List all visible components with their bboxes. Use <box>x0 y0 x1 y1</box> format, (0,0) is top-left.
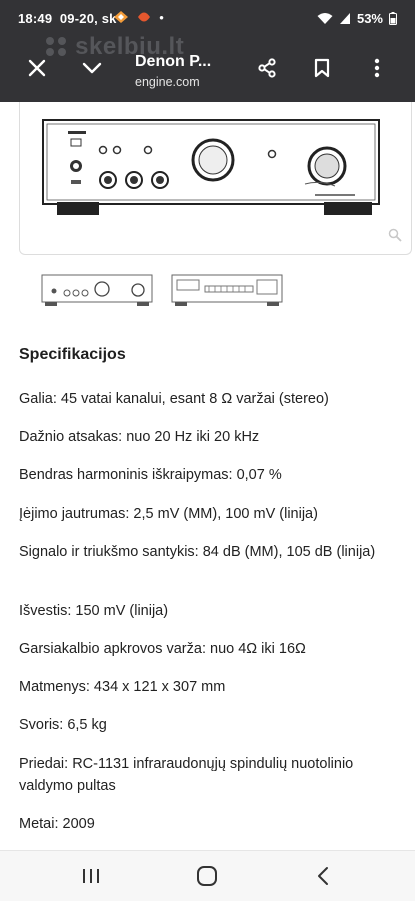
specs-heading: Specifikacijos <box>19 346 126 363</box>
spec-item: Svoris: 6,5 kg <box>19 717 107 733</box>
collapse-button[interactable] <box>72 48 112 88</box>
thumbnail-back[interactable] <box>169 266 285 314</box>
thumbnail-back-image <box>171 274 283 306</box>
status-dot: • <box>159 10 164 25</box>
back-button[interactable] <box>303 859 343 893</box>
thumbnail-front-image <box>41 274 153 306</box>
notification-app-icon <box>114 11 128 23</box>
app-bar: Denon P... engine.com <box>0 48 415 96</box>
share-button[interactable] <box>247 48 287 88</box>
close-icon <box>28 59 46 77</box>
home-icon <box>197 866 217 886</box>
page-title: Denon P... <box>135 53 212 70</box>
thumbnail-front[interactable] <box>39 266 155 314</box>
share-icon <box>258 58 276 78</box>
spec-item: Įėjimo jautrumas: 2,5 mV (MM), 100 mV (l… <box>19 506 318 522</box>
top-bar: 18:49 09-20, sk • 53% skelbiu.lt Denon P… <box>0 0 415 102</box>
wifi-icon <box>317 13 333 24</box>
recents-button[interactable] <box>71 859 111 893</box>
notification-app-icon-2 <box>137 12 150 22</box>
zoom-button[interactable] <box>388 228 402 247</box>
spec-item: Bendras harmoninis iškraipymas: 0,07 % <box>19 467 282 483</box>
battery-percent: 53% <box>356 11 383 26</box>
spec-item: Priedai: RC-1131 infraraudonųjų spinduli… <box>19 756 354 794</box>
spec-item: Garsiakalbio apkrovos varža: nuo 4Ω iki … <box>19 641 306 657</box>
back-icon <box>318 867 328 885</box>
spec-item: Dažnio atsakas: nuo 20 Hz iki 20 kHz <box>19 429 260 445</box>
page-url: engine.com <box>135 75 200 89</box>
bookmark-button[interactable] <box>302 48 342 88</box>
home-button[interactable] <box>187 859 227 893</box>
battery-icon <box>389 12 397 25</box>
status-notification-icons: • <box>112 10 164 25</box>
spec-item: Galia: 45 vatai kanalui, esant 8 Ω varža… <box>19 391 329 407</box>
status-right: 53% <box>317 11 397 26</box>
product-image-card[interactable] <box>19 102 412 255</box>
spec-item: Signalo ir triukšmo santykis: 84 dB (MM)… <box>19 544 376 560</box>
system-nav-bar <box>0 850 415 901</box>
close-button[interactable] <box>17 48 57 88</box>
status-time: 18:49 09-20, sk <box>18 11 117 26</box>
zoom-icon <box>388 228 402 242</box>
bookmark-icon <box>314 58 330 78</box>
more-vert-icon <box>374 58 380 78</box>
spec-item: Metai: 2009 <box>19 816 95 832</box>
signal-icon <box>339 13 350 24</box>
recents-icon <box>83 869 99 883</box>
spec-item: Matmenys: 434 x 121 x 307 mm <box>19 679 226 695</box>
more-options-button[interactable] <box>357 48 397 88</box>
spec-item: Išvestis: 150 mV (linija) <box>19 603 169 619</box>
product-image <box>42 119 380 215</box>
chevron-down-icon <box>82 62 102 74</box>
